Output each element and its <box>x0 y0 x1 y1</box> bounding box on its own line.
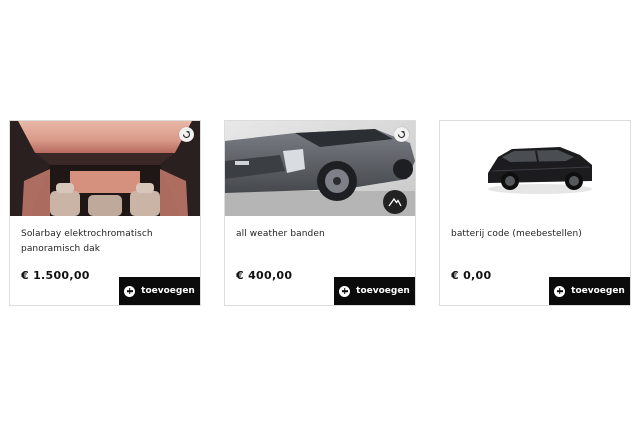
accessory-title: Solarbay elektrochromatisch panoramisch … <box>21 229 153 254</box>
panoramic-roof-image <box>10 121 200 216</box>
add-button[interactable]: toevoegen <box>549 277 630 305</box>
add-button-label: toevoegen <box>356 286 410 296</box>
accessory-title: all weather banden <box>236 229 325 239</box>
mountain-icon <box>383 190 407 214</box>
accessory-badge-icon <box>394 127 409 142</box>
accessory-card-all-weather-tires[interactable]: all weather banden € 400,00 toevoegen <box>224 120 416 306</box>
add-button[interactable]: toevoegen <box>334 277 415 305</box>
plus-circle-icon <box>124 285 136 297</box>
accessory-title: batterij code (meebestellen) <box>451 229 582 239</box>
accessory-price: € 400,00 <box>236 269 293 282</box>
black-suv-image <box>440 121 630 216</box>
accessory-card-solarbay[interactable]: Solarbay elektrochromatisch panoramisch … <box>9 120 201 306</box>
add-button-label: toevoegen <box>571 286 625 296</box>
accessory-price: € 1.500,00 <box>21 269 90 282</box>
add-button[interactable]: toevoegen <box>119 277 200 305</box>
accessory-card-battery-code[interactable]: batterij code (meebestellen) € 0,00 toev… <box>439 120 631 306</box>
accessory-price: € 0,00 <box>451 269 492 282</box>
plus-circle-icon <box>339 285 351 297</box>
accessory-badge-icon <box>179 127 194 142</box>
accessory-card-list: Solarbay elektrochromatisch panoramisch … <box>0 0 640 426</box>
plus-circle-icon <box>554 285 566 297</box>
grey-suv-image <box>225 121 415 216</box>
add-button-label: toevoegen <box>141 286 195 296</box>
